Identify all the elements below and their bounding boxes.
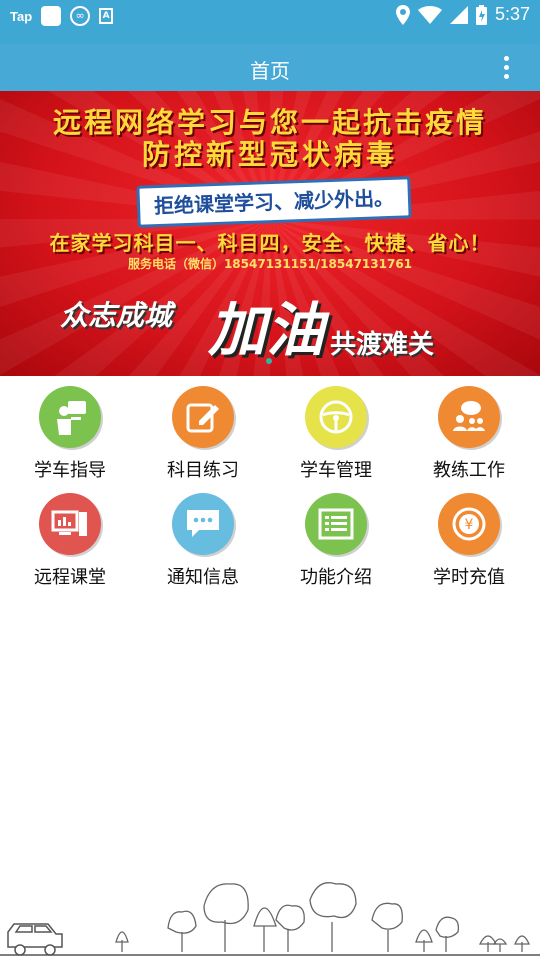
message-icon bbox=[172, 493, 234, 555]
location-icon bbox=[395, 4, 410, 25]
promo-banner[interactable]: 远程网络学习与您一起抗击疫情 防控新型冠状病毒 拒绝课堂学习、减少外出。 在家学… bbox=[0, 91, 540, 376]
menu-item-hours-recharge[interactable]: ¥ 学时充值 bbox=[419, 493, 519, 589]
banner-line-3: 在家学习科目一、科目四，安全、快捷、省心！ bbox=[49, 231, 491, 255]
page-title: 首页 bbox=[250, 59, 290, 83]
clock: 5:37 bbox=[494, 4, 530, 24]
notification-square-icon bbox=[41, 6, 62, 26]
menu-label: 教练工作 bbox=[433, 460, 505, 481]
footer-landscape-illustration bbox=[0, 882, 540, 956]
infinity-icon: ∞ bbox=[70, 6, 91, 26]
banner-slogan-left: 众志成城 bbox=[60, 299, 173, 332]
menu-label: 通知信息 bbox=[167, 567, 239, 588]
steering-wheel-icon bbox=[305, 386, 367, 448]
menu-label: 学车指导 bbox=[34, 460, 106, 481]
battery-charging-icon bbox=[475, 4, 487, 25]
menu-label: 学时充值 bbox=[433, 567, 505, 588]
tap-app-indicator: Tap bbox=[10, 8, 33, 24]
carousel-indicator bbox=[266, 358, 272, 364]
banner-slogan-right: 共渡难关 bbox=[330, 330, 435, 360]
menu-item-remote-classroom[interactable]: 远程课堂 bbox=[20, 493, 120, 589]
menu-item-notifications[interactable]: 通知信息 bbox=[153, 493, 253, 589]
banner-phone: 服务电话（微信）18547131151/18547131761 bbox=[127, 257, 413, 271]
overflow-menu-icon[interactable] bbox=[502, 56, 510, 80]
menu-item-subject-practice[interactable]: 科目练习 bbox=[153, 386, 253, 482]
cellular-signal-icon bbox=[449, 5, 468, 24]
banner-slogan-brush: 加油 bbox=[208, 296, 325, 364]
teacher-icon bbox=[39, 386, 101, 448]
menu-label: 远程课堂 bbox=[34, 567, 106, 588]
car-icon bbox=[7, 923, 63, 956]
group-chat-icon bbox=[438, 386, 500, 448]
menu-item-feature-intro[interactable]: 功能介绍 bbox=[286, 493, 386, 589]
banner-line-2: 防控新型冠状病毒 bbox=[141, 138, 398, 171]
yen-coin-icon: ¥ bbox=[438, 493, 500, 555]
menu-item-driving-management[interactable]: 学车管理 bbox=[286, 386, 386, 482]
menu-item-coach-work[interactable]: 教练工作 bbox=[419, 386, 519, 482]
a-box-icon: A bbox=[99, 8, 114, 24]
wifi-icon bbox=[417, 5, 442, 24]
list-icon bbox=[305, 493, 367, 555]
computer-icon bbox=[39, 493, 101, 555]
menu-item-driving-guide[interactable]: 学车指导 bbox=[20, 386, 120, 482]
svg-text:¥: ¥ bbox=[465, 517, 474, 533]
edit-icon bbox=[172, 386, 234, 448]
menu-label: 学车管理 bbox=[300, 460, 372, 481]
menu-label: 功能介绍 bbox=[300, 567, 372, 588]
app-bar: 首页 bbox=[0, 44, 540, 91]
menu-label: 科目练习 bbox=[167, 460, 239, 481]
status-bar: Tap ∞ A 5:37 bbox=[0, 0, 540, 44]
